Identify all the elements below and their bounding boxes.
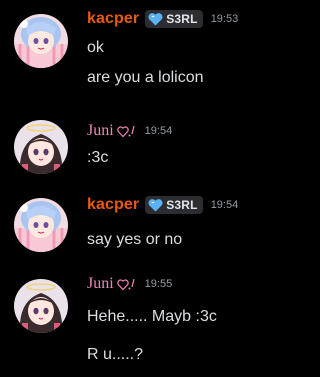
message-text: R u.....?: [87, 346, 144, 363]
message-text: :3c: [87, 149, 109, 166]
message-group-juni-1: Juni 19:54 :3c: [0, 110, 278, 190]
message-group-kacper-1: kacper S3RL 19:53 ok are you a lolicon: [0, 0, 278, 110]
heart-outline-sparkle-icon: [116, 125, 135, 138]
timestamp[interactable]: 19:54: [211, 199, 239, 211]
server-tag[interactable]: S3RL: [145, 196, 203, 214]
message-group-kacper-2: kacper S3RL 19:54 say yes or no: [0, 190, 278, 265]
message-header: Juni 19:54: [87, 120, 172, 142]
avatar-juni[interactable]: [14, 120, 68, 174]
timestamp[interactable]: 19:54: [145, 125, 173, 137]
blue-heart-icon: [148, 12, 163, 25]
timestamp[interactable]: 19:55: [145, 278, 173, 290]
author-name-juni[interactable]: Juni: [87, 275, 114, 293]
message-group-juni-2: Juni 19:55 Hehe..... Mayb :3c R u.....?: [0, 265, 278, 377]
message-text: ok: [87, 39, 104, 56]
message-text: are you a lolicon: [87, 69, 204, 86]
message-header: kacper S3RL 19:53: [87, 8, 238, 30]
message-text: Hehe..... Mayb :3c: [87, 308, 217, 325]
server-tag[interactable]: S3RL: [145, 10, 203, 28]
avatar-kacper[interactable]: [14, 14, 68, 68]
heart-outline-sparkle-icon: [116, 278, 135, 291]
author-name-kacper[interactable]: kacper: [87, 10, 139, 28]
avatar-kacper[interactable]: [14, 198, 68, 252]
avatar-juni[interactable]: [14, 279, 68, 333]
message-header: Juni 19:55: [87, 273, 172, 295]
message-header: kacper S3RL 19:54: [87, 194, 238, 216]
timestamp[interactable]: 19:53: [211, 13, 239, 25]
server-tag-label: S3RL: [166, 198, 198, 212]
blue-heart-icon: [148, 198, 163, 211]
server-tag-label: S3RL: [166, 12, 198, 26]
message-text: say yes or no: [87, 231, 183, 248]
author-name-juni[interactable]: Juni: [87, 122, 114, 140]
author-name-kacper[interactable]: kacper: [87, 196, 139, 214]
